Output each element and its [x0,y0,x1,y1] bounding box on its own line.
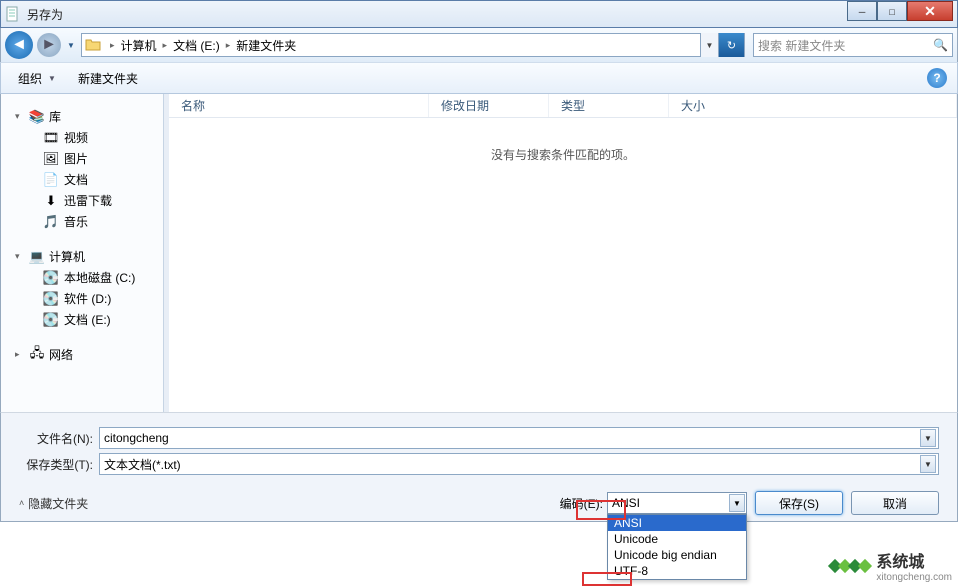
window-title: 另存为 [27,6,63,23]
drive-icon: 💽 [43,312,59,328]
encoding-label: 编码(E): [560,495,603,512]
watermark-logo [830,561,870,571]
forward-button[interactable]: ► [37,33,61,57]
crumb-drive[interactable]: 文档 (E:) [173,37,220,54]
tree-computer[interactable]: ▾ 💻 计算机 [15,246,169,267]
save-button[interactable]: 保存(S) [755,491,843,515]
folder-icon [84,36,102,54]
close-button[interactable]: ✕ [907,1,953,21]
breadcrumb[interactable]: ▸计算机 ▸文档 (E:) ▸新建文件夹 [106,37,296,54]
window-controls: — ☐ ✕ [847,1,953,21]
tree-drive-d[interactable]: 💽软件 (D:) [15,288,169,309]
encoding-dropdown: ANSI Unicode Unicode big endian UTF-8 [607,514,747,580]
search-placeholder: 搜索 新建文件夹 [758,37,845,54]
chevron-down-icon: ▼ [48,74,56,83]
encoding-select[interactable]: ANSI ▼ [607,492,747,514]
file-list-pane[interactable]: 名称 修改日期 类型 大小 没有与搜索条件匹配的项。 [169,94,957,412]
toolbar: 组织▼ 新建文件夹 ? [0,62,958,94]
tree-libraries[interactable]: ▾ 📚 库 [15,106,169,127]
encoding-option-unicode-be[interactable]: Unicode big endian [608,547,746,563]
documents-icon: 📄 [43,172,59,188]
help-button[interactable]: ? [927,68,947,88]
address-dropdown[interactable]: ▼ [700,33,718,57]
tree-music[interactable]: 🎵音乐 [15,211,169,232]
filetype-label: 保存类型(T): [19,456,93,473]
music-icon: 🎵 [43,214,59,230]
body-area: ▾ 📚 库 🎞视频 🖼图片 📄文档 ⬇迅雷下载 🎵音乐 ▾ 💻 计算机 💽本地磁… [0,94,958,412]
tree-drive-c[interactable]: 💽本地磁盘 (C:) [15,267,169,288]
filetype-select[interactable]: 文本文档(*.txt) ▼ [99,453,939,475]
navigation-bar: ◄ ► ▼ ▸计算机 ▸文档 (E:) ▸新建文件夹 ▼ ↻ 搜索 新建文件夹 … [0,28,958,62]
video-icon: 🎞 [43,130,59,146]
crumb-computer[interactable]: 计算机 [121,37,157,54]
new-folder-button[interactable]: 新建文件夹 [69,66,147,91]
cancel-button[interactable]: 取消 [851,491,939,515]
empty-message: 没有与搜索条件匹配的项。 [169,146,957,163]
tree-videos[interactable]: 🎞视频 [15,127,169,148]
tree-thunder[interactable]: ⬇迅雷下载 [15,190,169,211]
notepad-icon [5,6,21,22]
encoding-option-utf8[interactable]: UTF-8 [608,563,746,579]
search-input[interactable]: 搜索 新建文件夹 🔍 [753,33,953,57]
title-bar: 另存为 — ☐ ✕ [0,0,958,28]
col-type[interactable]: 类型 [549,94,669,117]
col-name[interactable]: 名称 [169,94,429,117]
organize-menu[interactable]: 组织▼ [9,66,65,91]
navigation-pane[interactable]: ▾ 📚 库 🎞视频 🖼图片 📄文档 ⬇迅雷下载 🎵音乐 ▾ 💻 计算机 💽本地磁… [1,94,169,412]
tree-pictures[interactable]: 🖼图片 [15,148,169,169]
tree-network[interactable]: ▸ 🖧 网络 [15,344,169,365]
save-form: 文件名(N): citongcheng ▼ 保存类型(T): 文本文档(*.tx… [0,412,958,522]
hide-folders-toggle[interactable]: ˄ 隐藏文件夹 [19,495,88,512]
tree-drive-e[interactable]: 💽文档 (E:) [15,309,169,330]
col-size[interactable]: 大小 [669,94,957,117]
encoding-option-unicode[interactable]: Unicode [608,531,746,547]
chevron-down-icon[interactable]: ▼ [920,429,936,447]
nav-history-dropdown[interactable]: ▼ [65,33,77,57]
filename-input[interactable]: citongcheng ▼ [99,427,939,449]
chevron-down-icon[interactable]: ▼ [920,455,936,473]
filename-label: 文件名(N): [19,430,93,447]
minimize-button[interactable]: — [847,1,877,21]
chevron-up-icon: ˄ [19,498,24,508]
encoding-option-ansi[interactable]: ANSI [608,515,746,531]
download-icon: ⬇ [43,193,59,209]
collapse-icon[interactable]: ▾ [15,251,25,262]
watermark: 系统城 xitongcheng.com [830,548,952,583]
drive-icon: 💽 [43,291,59,307]
pictures-icon: 🖼 [43,151,59,167]
address-bar[interactable]: ▸计算机 ▸文档 (E:) ▸新建文件夹 ▼ ↻ [81,33,745,57]
col-date[interactable]: 修改日期 [429,94,549,117]
chevron-down-icon[interactable]: ▼ [729,494,745,512]
tree-documents[interactable]: 📄文档 [15,169,169,190]
expand-icon[interactable]: ▸ [15,349,25,360]
crumb-folder[interactable]: 新建文件夹 [236,37,296,54]
drive-icon: 💽 [43,270,59,286]
network-icon: 🖧 [29,347,45,363]
list-header: 名称 修改日期 类型 大小 [169,94,957,118]
refresh-button[interactable]: ↻ [718,33,744,57]
maximize-button[interactable]: ☐ [877,1,907,21]
search-icon: 🔍 [933,38,948,52]
libraries-icon: 📚 [29,109,45,125]
computer-icon: 💻 [29,249,45,265]
collapse-icon[interactable]: ▾ [15,111,25,122]
back-button[interactable]: ◄ [5,31,33,59]
